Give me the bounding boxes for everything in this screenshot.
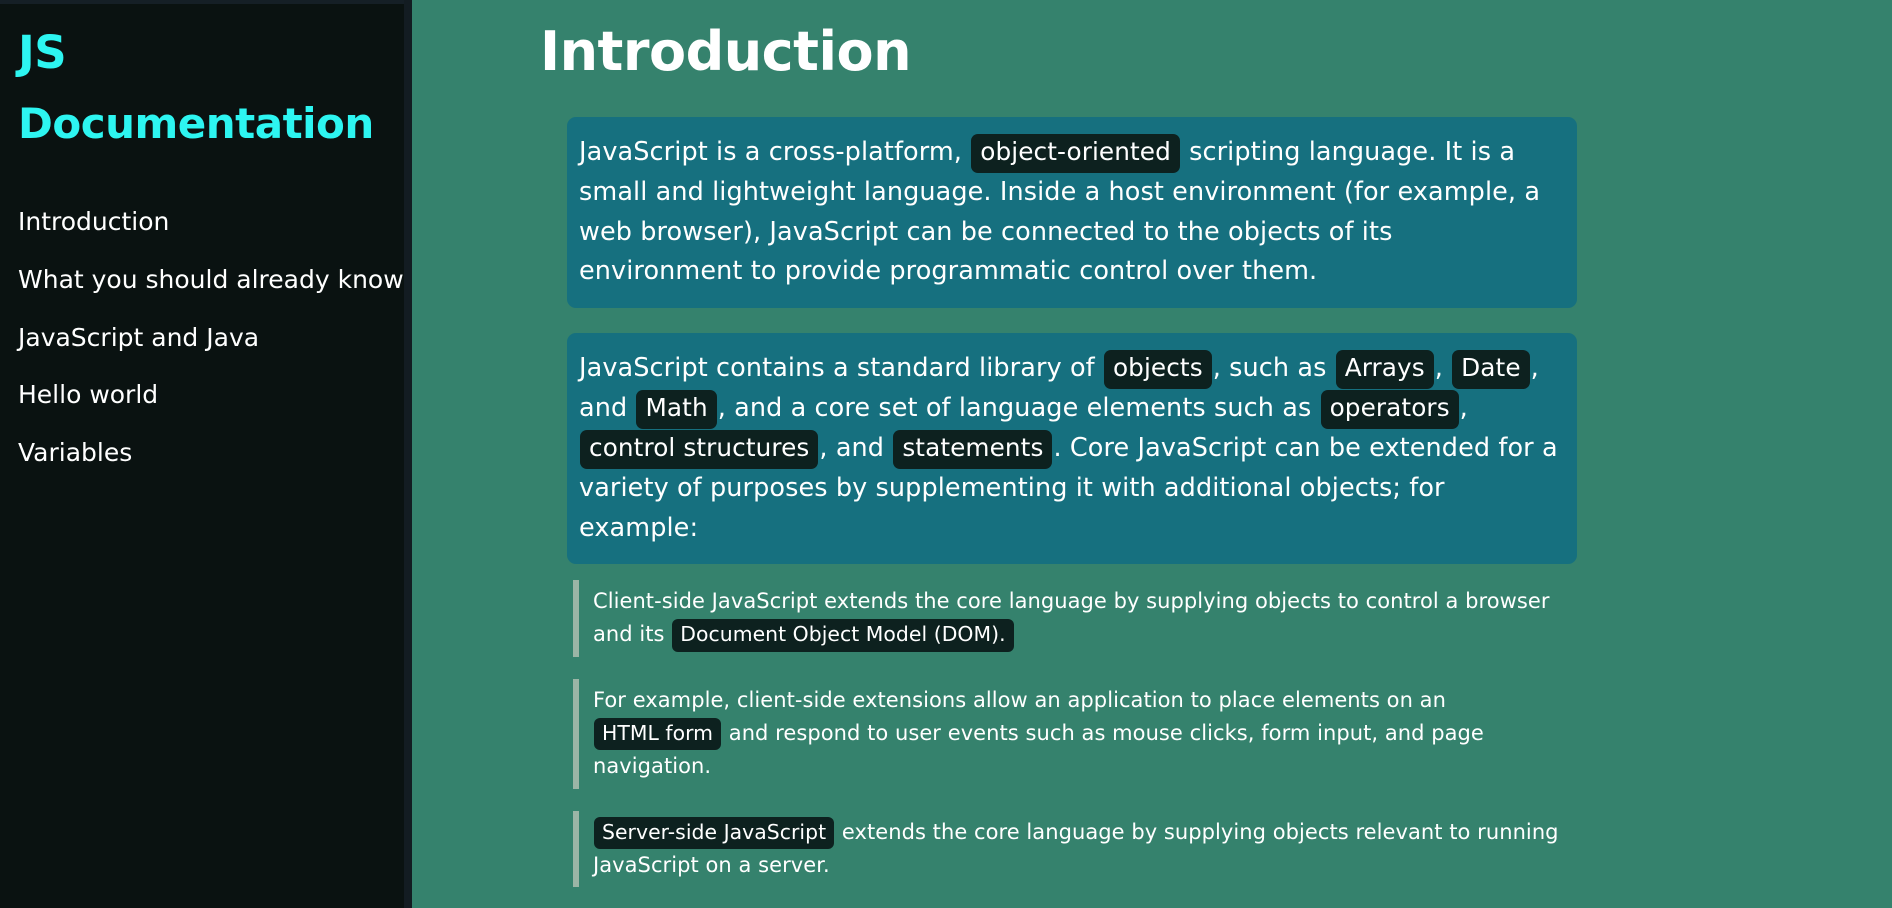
- paragraph-card: JavaScript is a cross-platform, object-o…: [567, 117, 1577, 308]
- inline-code-token: objects: [1103, 350, 1212, 390]
- blockquote-item: Client-side JavaScript extends the core …: [573, 580, 1577, 657]
- blockquote-item: Server-side JavaScript extends the core …: [573, 810, 1577, 888]
- brand-title-js: JS: [18, 26, 67, 79]
- sidebar-item-hello-world: Hello world: [0, 366, 412, 424]
- inline-code-token: Arrays: [1335, 350, 1434, 390]
- inline-code-token: Document Object Model (DOM).: [672, 619, 1014, 652]
- sidebar-link-what-you-should-already-know[interactable]: What you should already know: [0, 251, 412, 309]
- sidebar-scrollbar[interactable]: [404, 0, 412, 908]
- documentation-page: JS Documentation Introduction What you s…: [0, 0, 1892, 908]
- inline-code-token: Server-side JavaScript: [594, 816, 835, 850]
- blockquote-item: For example, client-side extensions allo…: [573, 678, 1577, 789]
- inline-code-token: operators: [1320, 390, 1459, 430]
- article-body: JavaScript is a cross-platform, object-o…: [567, 117, 1577, 908]
- inline-code-token: object-oriented: [971, 134, 1180, 174]
- sidebar-item-introduction: Introduction: [0, 193, 412, 251]
- sidebar-navigation: JS Documentation Introduction What you s…: [0, 0, 412, 908]
- page-title: Introduction: [540, 20, 912, 83]
- inline-code-token: Date: [1452, 350, 1530, 390]
- sidebar-item-variables: Variables: [0, 424, 412, 482]
- sidebar-item-what-you-should-already-know: What you should already know: [0, 251, 412, 309]
- inline-code-token: Math: [636, 390, 717, 430]
- inline-code-token: control structures: [580, 430, 819, 470]
- paragraph-card: JavaScript contains a standard library o…: [567, 333, 1577, 565]
- sidebar-link-hello-world[interactable]: Hello world: [0, 366, 412, 424]
- sidebar-top-strip: [0, 0, 412, 4]
- sidebar-link-introduction[interactable]: Introduction: [0, 193, 412, 251]
- sidebar-link-javascript-and-java[interactable]: JavaScript and Java: [0, 309, 412, 367]
- inline-code-token: statements: [893, 430, 1053, 470]
- inline-code-token: HTML form: [594, 717, 722, 751]
- sidebar-link-variables[interactable]: Variables: [0, 424, 412, 482]
- sidebar-item-javascript-and-java: JavaScript and Java: [0, 309, 412, 367]
- main-content: Introduction JavaScript is a cross-platf…: [412, 0, 1892, 908]
- main-inner: Introduction JavaScript is a cross-platf…: [412, 0, 1892, 908]
- sidebar-item-list: Introduction What you should already kno…: [0, 145, 412, 482]
- brand-title-documentation: Documentation: [18, 99, 374, 148]
